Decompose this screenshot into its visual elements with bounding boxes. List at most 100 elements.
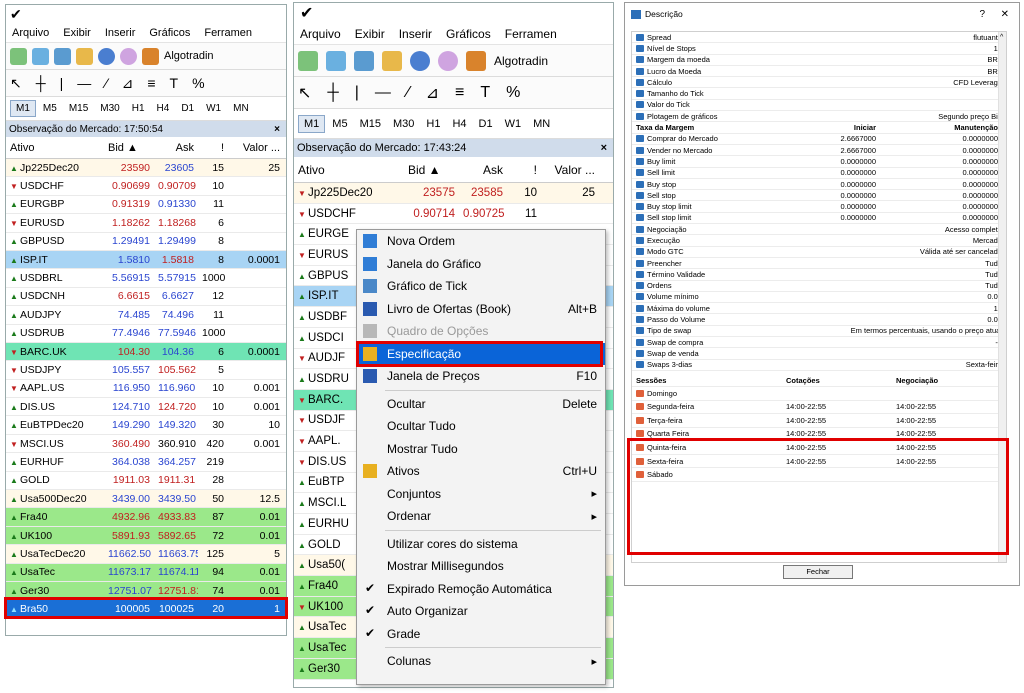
table-row[interactable]: ▲ GOLD 1911.03 1911.31 28 — [6, 471, 286, 491]
timeframe-w1[interactable]: W1 — [500, 116, 527, 132]
close-button[interactable]: Fechar — [783, 565, 853, 579]
crosshair-icon[interactable]: ┼ — [36, 75, 46, 91]
cursor-icon[interactable]: ↖ — [298, 83, 311, 103]
header-ativo[interactable]: Ativo — [6, 142, 104, 154]
vertical-line-icon[interactable]: | — [60, 75, 64, 91]
timeframe-m1[interactable]: M1 — [298, 114, 326, 133]
menu-item-ocultar[interactable]: Ocultar Delete — [357, 393, 605, 416]
menu-item-ocultar-tudo[interactable]: Ocultar Tudo — [357, 415, 605, 438]
scroll-up-icon[interactable]: ^ — [999, 34, 1003, 41]
table-row[interactable]: ▲ UsaTecDec20 11662.50 11663.75 125 5 — [6, 545, 286, 564]
menu-item-conjuntos[interactable]: Conjuntos ▸ — [357, 483, 605, 506]
algotrading-icon[interactable] — [142, 47, 159, 65]
fibonacci-icon[interactable]: ⊿ — [426, 83, 439, 103]
profiles-icon[interactable] — [326, 50, 346, 71]
header-bid[interactable]: Bid ▲ — [104, 142, 154, 154]
vertical-line-icon[interactable]: | — [355, 84, 359, 102]
table-row[interactable]: ▼ EURUSD 1.18262 1.18268 6 — [6, 214, 286, 233]
table-row[interactable]: ▲ UsaTec 11673.17 11674.11 94 0.01 — [6, 563, 286, 582]
crosshair-icon[interactable]: ┼ — [327, 84, 338, 102]
menu-item-mostrar-tudo[interactable]: Mostrar Tudo — [357, 438, 605, 461]
timeframe-d1[interactable]: D1 — [474, 116, 498, 132]
new-chart-icon[interactable] — [298, 50, 318, 71]
signal-icon[interactable] — [438, 50, 458, 71]
menu-item-expirado-remo-o-autom-tica[interactable]: ✔ Expirado Remoção Automática — [357, 578, 605, 601]
menu-item-colunas[interactable]: Colunas ▸ — [357, 650, 605, 673]
timeframe-d1[interactable]: D1 — [176, 101, 199, 116]
menu-item-inserir[interactable]: Inserir — [399, 27, 432, 41]
menu-item-exibir[interactable]: Exibir — [355, 27, 385, 41]
timeframe-m15[interactable]: M15 — [64, 101, 93, 116]
table-row[interactable]: ▼ MSCI.US 360.490 360.910 420 0.001 — [6, 434, 286, 454]
help-button[interactable]: ? — [979, 9, 985, 20]
table-row[interactable]: ▲ UK100 5891.93 5892.65 72 0.01 — [6, 526, 286, 546]
header-ask[interactable]: Ask — [459, 163, 507, 177]
list-scrollbar[interactable]: ^ — [998, 32, 1006, 562]
header-valor[interactable]: Valor ... — [228, 142, 284, 154]
table-row[interactable]: ▲ EURHUF 364.038 364.257 219 — [6, 453, 286, 472]
table-row[interactable]: ▲ USDBRL 5.56915 5.57915 1000 — [6, 269, 286, 288]
table-row[interactable]: ▼ BARC.UK 104.30 104.36 6 0.0001 — [6, 342, 286, 362]
navigator-icon[interactable] — [382, 50, 402, 71]
table-row[interactable]: ▲ DIS.US 124.710 124.720 10 0.001 — [6, 398, 286, 417]
timeframe-m5[interactable]: M5 — [38, 101, 62, 116]
menu-item-mostrar-millisegundos[interactable]: Mostrar Millisegundos — [357, 555, 605, 578]
dialog-close-button[interactable]: ✕ — [1001, 9, 1009, 20]
timeframe-m5[interactable]: M5 — [327, 116, 352, 132]
algotrading-icon[interactable] — [466, 50, 486, 71]
menu-item-gr-fico-de-tick[interactable]: Gráfico de Tick — [357, 275, 605, 298]
menu-item-gráficos[interactable]: Gráficos — [149, 27, 190, 39]
menu-item-auto-organizar[interactable]: ✔ Auto Organizar — [357, 600, 605, 623]
header-bid[interactable]: Bid ▲ — [404, 163, 459, 177]
menu-item-nova-ordem[interactable]: Nova Ordem — [357, 230, 605, 253]
menu-item-arquivo[interactable]: Arquivo — [12, 27, 49, 39]
table-row[interactable]: ▲ USDRUB 77.4946 77.5946 1000 — [6, 324, 286, 343]
header-valor[interactable]: Valor ... — [541, 163, 599, 177]
market-watch-icon[interactable] — [54, 47, 71, 65]
trendline-icon[interactable]: ⁄ — [105, 75, 107, 91]
table-row[interactable]: ▲ AUDJPY 74.485 74.496 11 — [6, 306, 286, 325]
table-row[interactable]: ▲ Fra40 4932.96 4933.83 87 0.01 — [6, 508, 286, 527]
menu-item-ordenar[interactable]: Ordenar ▸ — [357, 505, 605, 528]
new-chart-icon[interactable] — [10, 47, 27, 65]
timeframe-mn[interactable]: MN — [528, 116, 555, 132]
table-row[interactable]: ▲ EURGBP 0.91319 0.91330 11 — [6, 195, 286, 215]
close-icon[interactable]: × — [274, 124, 280, 135]
shapes-icon[interactable]: % — [192, 75, 204, 91]
table-row[interactable]: ▲ Bra50 100005 100025 20 1 — [6, 600, 286, 619]
header-volume[interactable]: ! — [507, 163, 541, 177]
timeframe-h1[interactable]: H1 — [127, 101, 150, 116]
menu-item-gráficos[interactable]: Gráficos — [446, 27, 491, 41]
trendline-icon[interactable]: ⁄ — [407, 84, 410, 102]
channel-icon[interactable]: ≡ — [455, 84, 464, 102]
table-row[interactable]: ▲ GBPUSD 1.29491 1.29499 8 — [6, 232, 286, 251]
table-row[interactable]: ▲ EuBTPDec20 149.290 149.320 30 10 — [6, 416, 286, 435]
horizontal-line-icon[interactable]: — — [77, 75, 91, 91]
timeframe-mn[interactable]: MN — [228, 101, 254, 116]
text-icon[interactable]: T — [480, 84, 490, 102]
shapes-icon[interactable]: % — [506, 84, 520, 102]
navigator-icon[interactable] — [76, 47, 93, 65]
table-row[interactable]: ▼ USDCHF 0.90714 0.90725 11 — [294, 203, 613, 225]
table-row[interactable]: ▼ USDCHF 0.90699 0.90709 10 — [6, 177, 286, 196]
signal-icon[interactable] — [120, 47, 137, 65]
table-row[interactable]: ▲ ISP.IT 1.5810 1.5818 8 0.0001 — [6, 250, 286, 270]
menu-item-ativos[interactable]: Ativos Ctrl+U — [357, 460, 605, 483]
table-row[interactable]: ▲ Jp225Dec20 23590 23605 15 25 — [6, 159, 286, 178]
data-window-icon[interactable] — [98, 47, 115, 65]
algotrading-button[interactable]: Algotradin — [494, 54, 548, 68]
algotrading-button[interactable]: Algotradin — [164, 50, 214, 62]
timeframe-m1[interactable]: M1 — [10, 100, 36, 117]
timeframe-h4[interactable]: H4 — [152, 101, 175, 116]
table-row[interactable]: ▼ USDJPY 105.557 105.562 5 — [6, 361, 286, 380]
header-ativo[interactable]: Ativo — [294, 163, 404, 177]
table-row[interactable]: ▲ USDCNH 6.6615 6.6627 12 — [6, 287, 286, 307]
table-row[interactable]: ▼ Jp225Dec20 23575 23585 10 25 — [294, 183, 613, 204]
timeframe-h1[interactable]: H1 — [421, 116, 445, 132]
menu-item-janela-do-gr-fico[interactable]: Janela do Gráfico — [357, 253, 605, 276]
menu-item-ferramen[interactable]: Ferramen — [505, 27, 557, 41]
menu-item-exibir[interactable]: Exibir — [63, 27, 91, 39]
menu-item-janela-de-pre-os[interactable]: Janela de Preços F10 — [357, 365, 605, 388]
close-icon[interactable]: × — [601, 142, 607, 154]
cursor-icon[interactable]: ↖ — [10, 75, 22, 92]
